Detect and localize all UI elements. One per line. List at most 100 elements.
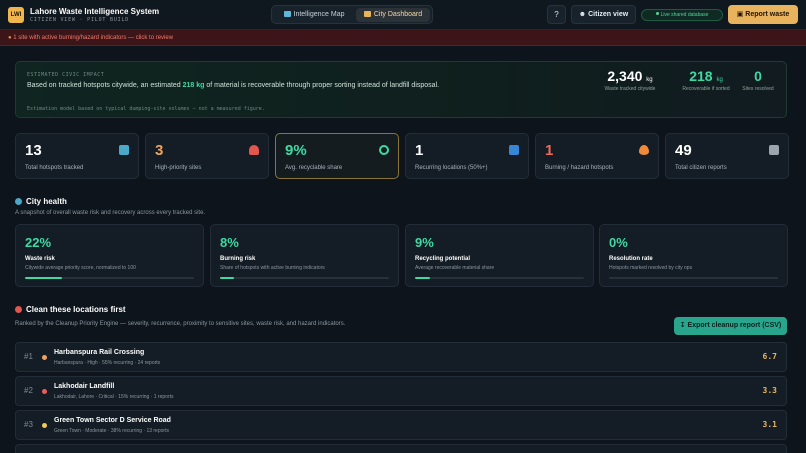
camera-icon: ▣: [736, 11, 746, 18]
recycle-icon: [379, 145, 389, 155]
database-status-label: Live shared database: [660, 12, 709, 18]
target-icon: [15, 306, 22, 313]
app-logo: LWI: [8, 7, 24, 23]
row-rank: #3: [24, 420, 33, 429]
kpi-label: Burning / hazard hotspots: [545, 165, 614, 171]
row-details: Harbanspura · High · 55% recurring · 24 …: [54, 360, 161, 366]
health-progress-track: [220, 277, 389, 279]
health-label: Burning risk: [220, 256, 256, 262]
kpi-value: 1: [415, 142, 424, 159]
kpi-value: 3: [155, 142, 164, 159]
stethoscope-icon: [15, 198, 22, 205]
health-progress-track: [25, 277, 194, 279]
chart-icon: [363, 11, 371, 17]
health-desc: Hotspots marked resolved by city ops: [609, 265, 693, 271]
severity-dot-icon: [42, 355, 47, 360]
severity-dot-icon: [42, 389, 47, 394]
civic-impact-card: ESTIMATED CIVIC IMPACT Based on tracked …: [15, 61, 787, 118]
health-desc: Citywide average priority score, normali…: [25, 265, 136, 271]
health-desc: Average recoverable material share: [415, 265, 495, 271]
priority-row[interactable]: #1 Harbanspura Rail Crossing Harbanspura…: [15, 342, 787, 372]
priority-subtitle: Ranked by the Cleanup Priority Engine — …: [15, 321, 346, 327]
health-progress-track: [609, 277, 778, 279]
kpi-label: Total citizen reports: [675, 165, 727, 171]
health-card-waste-risk: 22% Waste risk Citywide average priority…: [15, 224, 204, 287]
stat-label: Sites resolved: [742, 86, 774, 92]
kpi-total-hotspots[interactable]: 13 Total hotspots tracked: [15, 133, 139, 179]
export-label: Export cleanup report (CSV): [687, 322, 782, 329]
tab-city-dashboard[interactable]: City Dashboard: [356, 8, 430, 22]
health-card-recycling-potential: 9% Recycling potential Average recoverab…: [405, 224, 594, 287]
citizen-view-button[interactable]: ☻ Citizen view: [571, 5, 636, 24]
warning-icon: [249, 145, 259, 155]
city-health-title: City health: [26, 197, 67, 206]
kpi-value: 9%: [285, 142, 307, 159]
severity-dot-icon: [42, 423, 47, 428]
stat-unit: kg: [646, 77, 653, 83]
row-score: 6.7: [762, 352, 777, 361]
priority-heading: Clean these locations first: [15, 305, 126, 314]
row-details: Green Town · Moderate · 38% recurring · …: [54, 428, 169, 434]
tab-label: Intelligence Map: [293, 11, 345, 18]
priority-row-partial[interactable]: [15, 444, 787, 453]
row-name: Harbanspura Rail Crossing: [54, 349, 145, 356]
document-icon: [769, 145, 779, 155]
help-button[interactable]: ?: [547, 5, 566, 24]
impact-note: Estimation model based on typical dumpin…: [27, 106, 265, 112]
row-score: 3.3: [762, 386, 777, 395]
health-label: Resolution rate: [609, 256, 653, 262]
health-value: 9%: [415, 235, 434, 250]
impact-kicker: ESTIMATED CIVIC IMPACT: [27, 72, 105, 78]
row-name: Green Town Sector D Service Road: [54, 417, 171, 424]
kpi-citizen-reports[interactable]: 49 Total citizen reports: [665, 133, 789, 179]
kpi-value: 1: [545, 142, 554, 159]
city-health-subtitle: A snapshot of overall waste risk and rec…: [15, 210, 206, 216]
database-status-badge: Live shared database: [641, 9, 723, 21]
kpi-burning-hazard[interactable]: 1 Burning / hazard hotspots: [535, 133, 659, 179]
report-waste-label: Report waste: [745, 11, 790, 18]
impact-text-before: Based on tracked hotspots citywide, an e…: [27, 82, 183, 89]
repeat-icon: [509, 145, 519, 155]
health-card-resolution-rate: 0% Resolution rate Hotspots marked resol…: [599, 224, 788, 287]
kpi-label: Recurring locations (50%+): [415, 165, 488, 171]
row-details: Lakhodair, Lahore · Critical · 15% recur…: [54, 394, 174, 400]
health-progress-fill: [220, 277, 234, 279]
status-dot-icon: [655, 12, 659, 15]
tab-intelligence-map[interactable]: Intelligence Map: [276, 8, 352, 22]
kpi-value: 13: [25, 142, 42, 159]
stat-label: Waste tracked citywide: [604, 86, 656, 92]
health-progress-fill: [415, 277, 431, 279]
stat-unit: kg: [716, 77, 723, 83]
priority-row[interactable]: #3 Green Town Sector D Service Road Gree…: [15, 410, 787, 440]
stat-number: 2,340: [607, 68, 643, 84]
priority-row[interactable]: #2 Lakhodair Landfill Lakhodair, Lahore …: [15, 376, 787, 406]
hazard-alert-banner[interactable]: ● 1 site with active burning/hazard indi…: [0, 30, 806, 46]
kpi-label: High-priority sites: [155, 165, 202, 171]
export-csv-button[interactable]: ↧ Export cleanup report (CSV): [674, 317, 787, 335]
alert-text: 1 site with active burning/hazard indica…: [13, 35, 174, 41]
row-rank: #2: [24, 386, 33, 395]
health-progress-fill: [25, 277, 63, 279]
map-icon: [283, 11, 291, 17]
health-card-burning-risk: 8% Burning risk Share of hotspots with a…: [210, 224, 399, 287]
health-progress-track: [415, 277, 584, 279]
impact-text-after: of material is recoverable through prope…: [204, 82, 440, 89]
health-value: 22%: [25, 235, 52, 250]
health-value: 0%: [609, 235, 628, 250]
stat-value: 218 kg: [670, 68, 742, 84]
stat-sites-resolved: 0 Sites resolved: [738, 68, 778, 92]
priority-title: Clean these locations first: [26, 305, 126, 314]
kpi-high-priority[interactable]: 3 High-priority sites: [145, 133, 269, 179]
stat-value: 0: [754, 68, 762, 84]
report-waste-button[interactable]: ▣ Report waste: [728, 5, 798, 24]
kpi-recurring-locations[interactable]: 1 Recurring locations (50%+): [405, 133, 529, 179]
top-bar: LWI Lahore Waste Intelligence System CIT…: [0, 0, 806, 30]
flame-icon: [639, 145, 649, 155]
download-icon: ↧: [679, 322, 688, 329]
stat-number: 218: [689, 68, 713, 84]
tab-label: City Dashboard: [373, 11, 423, 18]
kpi-recyclable-share[interactable]: 9% Avg. recyclable share: [275, 133, 399, 179]
health-label: Recycling potential: [415, 256, 471, 262]
app-subtitle: CITIZEN VIEW · PILOT BUILD: [30, 17, 130, 23]
row-rank: #1: [24, 352, 33, 361]
